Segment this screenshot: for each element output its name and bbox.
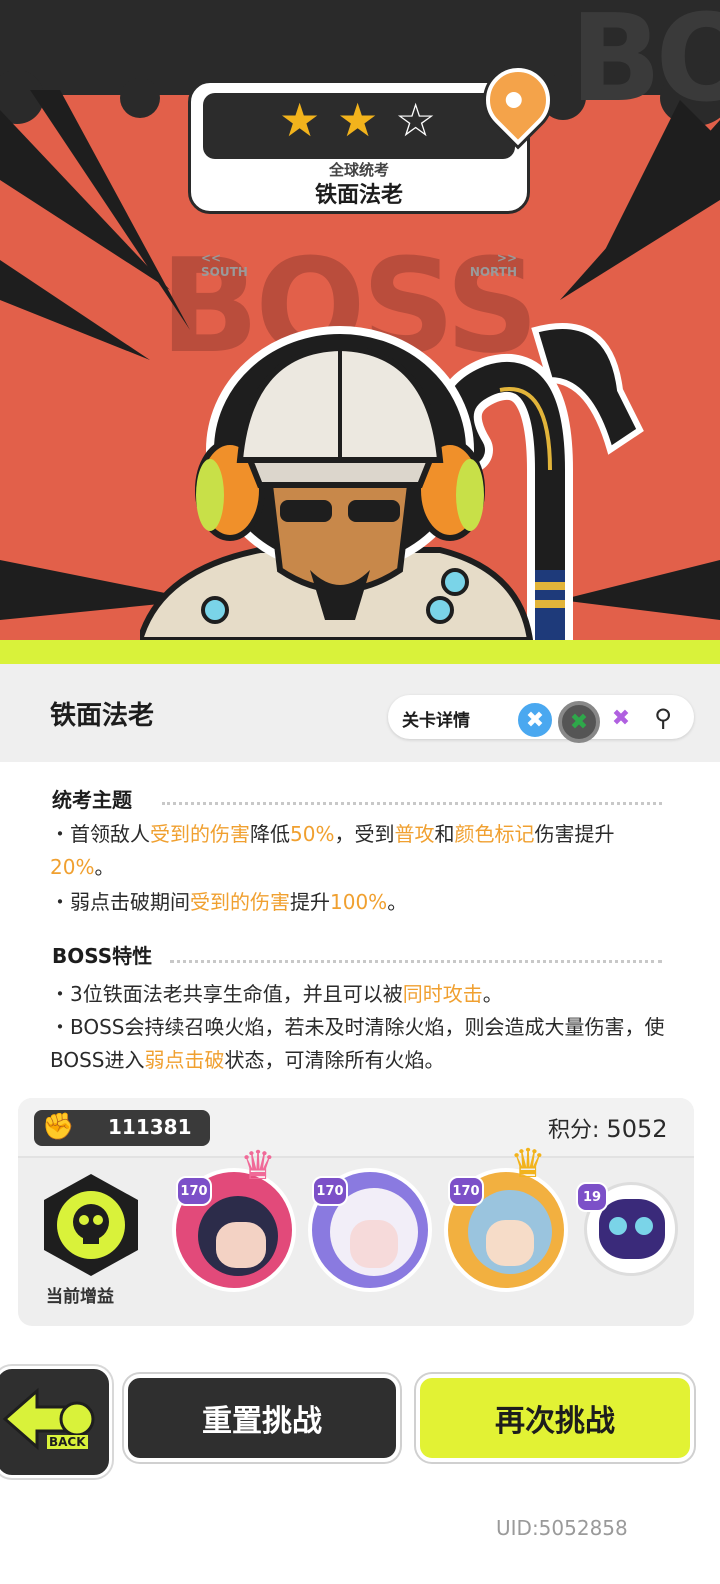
level-badge: 170 — [176, 1176, 212, 1206]
retry-challenge-button[interactable]: 再次挑战 — [416, 1374, 694, 1462]
hero-banner: BO BOSS ★ ★ ☆ << SOUTH >> NORTH 全球统考 铁面法… — [0, 0, 720, 660]
nav-prev[interactable]: << SOUTH — [201, 251, 248, 279]
back-button[interactable]: BACK — [0, 1366, 112, 1478]
stage-title-card: ★ ★ ☆ << SOUTH >> NORTH 全球统考 铁面法老 — [188, 80, 530, 279]
back-label: BACK — [47, 1435, 88, 1449]
user-id: UID:5052858 — [496, 1516, 628, 1540]
star-filled-icon: ★ — [337, 93, 379, 147]
buff-label: 当前增益 — [46, 1287, 114, 1307]
star-empty-icon: ☆ — [395, 93, 437, 147]
boss-traits-heading: BOSS特性 — [52, 944, 153, 968]
exam-theme-heading: 统考主题 — [52, 788, 132, 812]
boss-traits-line-1: ・3位铁面法老共享生命值，并且可以被同时攻击。 — [50, 982, 503, 1006]
dotted-divider — [162, 802, 662, 805]
level-badge: 170 — [312, 1176, 348, 1206]
stage-detail-label[interactable]: 关卡详情 — [402, 706, 470, 731]
reset-challenge-button[interactable]: 重置挑战 — [124, 1374, 400, 1462]
lime-strip — [0, 640, 720, 664]
stage-title: 铁面法老 — [314, 183, 403, 208]
green-cross-icon[interactable]: ✖ — [558, 701, 600, 743]
crown-icon: ♛ — [240, 1143, 276, 1189]
team-power: 111381 — [108, 1115, 192, 1139]
magnifier-icon[interactable]: ⚲ — [646, 701, 680, 735]
boss-name: 铁面法老 — [50, 701, 155, 731]
buff-skull-icon[interactable] — [38, 1172, 144, 1278]
level-badge: 19 — [576, 1182, 608, 1212]
score: 积分: 5052 — [548, 1115, 668, 1143]
back-arrow-icon — [2, 1387, 95, 1451]
level-badge: 170 — [448, 1176, 484, 1206]
fist-icon: ✊ — [42, 1112, 75, 1142]
nav-next[interactable]: >> NORTH — [470, 251, 517, 279]
dotted-divider — [170, 960, 662, 963]
crown-icon: ♛ — [510, 1141, 546, 1187]
purple-cross-icon[interactable]: ✖ — [604, 701, 638, 735]
blue-cross-icon[interactable]: ✖ — [516, 701, 554, 739]
exam-theme-line-1: ・首领敌人受到的伤害降低50%，受到普攻和颜色标记伤害提升20%。 — [50, 822, 615, 879]
exam-theme-line-2: ・弱点击破期间受到的伤害提升100%。 — [50, 890, 408, 914]
star-filled-icon: ★ — [279, 93, 321, 147]
boss-illustration — [140, 323, 644, 660]
boss-traits-line-2: ・BOSS会持续召唤火焰，若未及时清除火焰，则会造成大量伤害，使BOSS进入弱点… — [50, 1015, 665, 1072]
